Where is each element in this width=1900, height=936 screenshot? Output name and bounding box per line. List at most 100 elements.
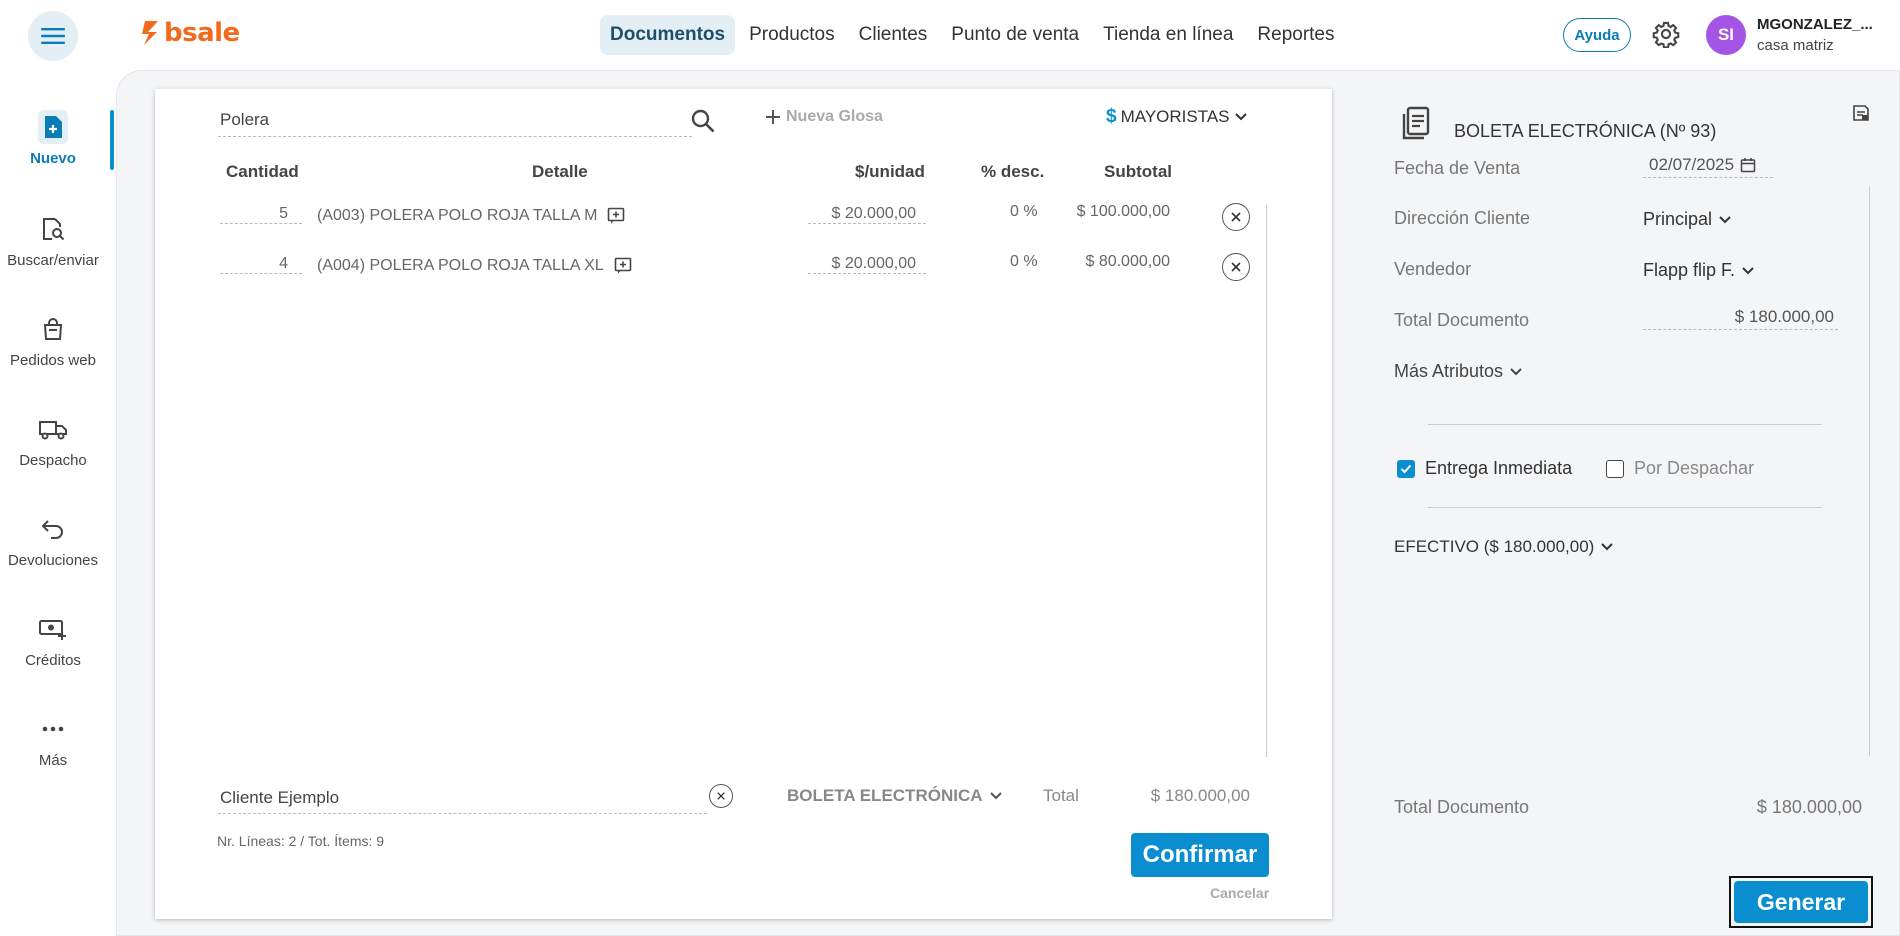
unit-price-field[interactable]: $ 20.000,00 — [808, 205, 926, 224]
col-header-descuento: % desc. — [981, 162, 1045, 181]
main-nav: Documentos Productos Clientes Punto de v… — [600, 15, 1345, 55]
nueva-glosa-button[interactable]: Nueva Glosa — [764, 108, 883, 126]
note-icon — [1853, 105, 1869, 121]
fecha-venta-value: 02/07/2025 — [1649, 155, 1735, 174]
discount-value[interactable]: 0 % — [1010, 253, 1038, 271]
bsale-logo-icon — [142, 21, 158, 45]
total-documento-label: Total Documento — [1394, 310, 1530, 330]
entrega-inmediata-option[interactable]: Entrega Inmediata — [1397, 458, 1572, 479]
user-name[interactable]: MGONZALEZ_... — [1757, 16, 1873, 33]
help-button[interactable]: Ayuda — [1563, 18, 1631, 52]
chevron-down-icon — [989, 792, 1002, 800]
por-despachar-option[interactable]: Por Despachar — [1606, 458, 1754, 479]
total-label: Total — [1043, 786, 1079, 805]
direccion-cliente-value: Principal — [1643, 209, 1713, 229]
document-type-label: BOLETA ELECTRÓNICA — [787, 786, 983, 805]
remove-line-button[interactable] — [1222, 253, 1250, 281]
chevron-down-icon — [1742, 266, 1754, 274]
nav-productos[interactable]: Productos — [739, 15, 845, 55]
direccion-cliente-dropdown[interactable]: Principal — [1643, 209, 1732, 230]
lines-summary: Nr. Líneas: 2 / Tot. Ítems: 9 — [217, 833, 385, 849]
search-button[interactable] — [690, 108, 716, 139]
dollar-icon: $ — [1106, 106, 1117, 127]
sidebar-item-label: Pedidos web — [10, 352, 96, 369]
sidebar-item-mas[interactable]: Más — [0, 712, 106, 769]
close-icon — [1231, 212, 1241, 222]
calendar-icon — [1740, 158, 1756, 173]
vendedor-label: Vendedor — [1394, 259, 1472, 279]
line-detail-text: (A004) POLERA POLO ROJA TALLA XL — [317, 257, 604, 274]
close-icon — [1231, 262, 1241, 272]
entrega-inmediata-checkbox[interactable] — [1397, 459, 1415, 478]
clear-client-button[interactable] — [709, 784, 733, 808]
mas-atributos-label: Más Atributos — [1394, 361, 1504, 381]
quantity-field[interactable]: 5 — [220, 205, 302, 224]
nav-reportes[interactable]: Reportes — [1247, 15, 1344, 55]
avatar[interactable]: SI — [1706, 15, 1746, 55]
discount-value[interactable]: 0 % — [1010, 203, 1038, 221]
check-icon — [1400, 464, 1412, 473]
sidebar-item-despacho[interactable]: Despacho — [0, 412, 106, 469]
settings-button[interactable] — [1652, 20, 1680, 53]
menu-button[interactable] — [28, 11, 78, 61]
divider — [1428, 507, 1822, 508]
nav-punto-de-venta[interactable]: Punto de venta — [941, 15, 1089, 55]
sidebar-item-label: Más — [38, 752, 68, 769]
nueva-glosa-label: Nueva Glosa — [786, 108, 883, 125]
gear-icon — [1652, 21, 1680, 49]
line-detail: (A003) POLERA POLO ROJA TALLA M — [317, 207, 625, 225]
direccion-cliente-label: Dirección Cliente — [1394, 208, 1531, 228]
footer-total-documento-value: $ 180.000,00 — [1756, 797, 1862, 817]
sidebar-item-nuevo[interactable]: Nuevo — [0, 110, 106, 167]
more-dots-icon — [38, 712, 68, 746]
document-options-button[interactable] — [1852, 104, 1870, 127]
unit-price-field[interactable]: $ 20.000,00 — [808, 255, 926, 274]
add-comment-icon[interactable] — [614, 257, 632, 275]
fecha-venta-field[interactable]: 02/07/2025 — [1643, 155, 1773, 178]
mas-atributos-toggle[interactable]: Más Atributos — [1394, 361, 1523, 382]
por-despachar-label: Por Despachar — [1634, 458, 1755, 478]
cancel-link[interactable]: Cancelar — [1210, 885, 1269, 901]
nav-clientes[interactable]: Clientes — [849, 15, 938, 55]
price-list-dropdown[interactable]: $ MAYORISTAS — [1106, 106, 1248, 128]
sidebar-active-indicator — [110, 110, 114, 170]
bsale-logo[interactable]: bsale — [142, 18, 240, 48]
shopping-bag-icon — [38, 312, 68, 346]
product-search-input[interactable] — [218, 104, 692, 137]
lines-scrollbar-track[interactable] — [1266, 205, 1267, 757]
truck-icon — [38, 412, 68, 446]
chevron-down-icon — [1601, 543, 1614, 551]
subtotal-value: $ 80.000,00 — [1085, 253, 1170, 270]
quantity-field[interactable]: 4 — [220, 255, 302, 274]
payment-method-dropdown[interactable]: EFECTIVO ($ 180.000,00) — [1394, 537, 1614, 557]
por-despachar-checkbox[interactable] — [1606, 459, 1624, 478]
col-header-cantidad: Cantidad — [226, 162, 299, 181]
client-input[interactable] — [218, 783, 707, 814]
line-detail: (A004) POLERA POLO ROJA TALLA XL — [317, 257, 632, 275]
document-type-dropdown[interactable]: BOLETA ELECTRÓNICA — [787, 786, 1003, 806]
sidebar-item-label: Créditos — [25, 652, 81, 669]
plus-icon — [766, 110, 780, 124]
sidebar-item-devoluciones[interactable]: Devoluciones — [0, 512, 106, 569]
sidebar-item-creditos[interactable]: Créditos — [0, 612, 106, 669]
sidebar-item-pedidos-web[interactable]: Pedidos web — [0, 312, 106, 369]
col-header-subtotal: Subtotal — [1104, 162, 1172, 181]
generar-button[interactable]: Generar — [1734, 881, 1868, 923]
sidebar-item-label: Buscar/enviar — [7, 252, 99, 269]
vendedor-dropdown[interactable]: Flapp flip F. — [1643, 260, 1755, 281]
nav-documentos[interactable]: Documentos — [600, 15, 736, 55]
remove-line-button[interactable] — [1222, 203, 1250, 231]
confirm-button[interactable]: Confirmar — [1131, 833, 1269, 877]
sidebar-item-buscar-enviar[interactable]: Buscar/enviar — [0, 212, 106, 269]
chevron-down-icon — [1510, 367, 1522, 375]
panel-scrollbar-track[interactable] — [1869, 186, 1870, 756]
sidebar-item-label: Devoluciones — [7, 552, 99, 569]
search-icon — [691, 109, 715, 133]
subtotal-value: $ 100.000,00 — [1076, 203, 1170, 220]
vendedor-value: Flapp flip F. — [1643, 260, 1736, 280]
total-documento-field[interactable]: $ 180.000,00 — [1643, 307, 1838, 330]
add-comment-icon[interactable] — [607, 207, 625, 225]
nav-tienda-en-linea[interactable]: Tienda en línea — [1093, 15, 1243, 55]
document-title: BOLETA ELECTRÓNICA (Nº 93) — [1454, 121, 1717, 141]
payment-method-label: EFECTIVO ($ 180.000,00) — [1394, 537, 1595, 556]
